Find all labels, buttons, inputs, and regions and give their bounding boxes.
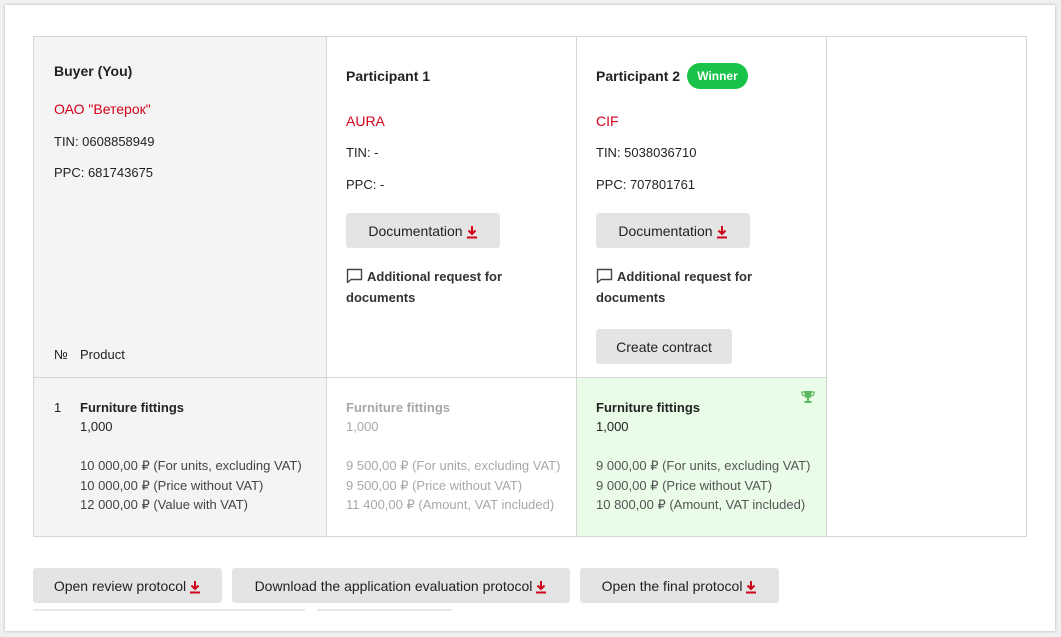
participant-1-tin: TIN: - [346,145,379,160]
buyer-product-qty: 1,000 [80,419,113,434]
column-divider [326,37,327,536]
cropped-button-edge [33,609,305,611]
buyer-price-units: 10 000,00 ₽ (For units, excluding VAT) [80,458,302,473]
open-review-protocol-label: Open review protocol [53,577,187,594]
participant-1-price-vat: 11 400,00 ₽ (Amount, VAT included) [346,497,555,512]
open-final-protocol-button[interactable]: Open the final protocol [580,568,779,603]
participant-2-company-link[interactable]: CIF [596,113,619,129]
participant-1-company-link[interactable]: AURA [346,113,385,129]
participant-2-product-name: Furniture fittings [596,400,700,415]
participant-2-price-vat: 10 800,00 ₽ (Amount, VAT included) [596,497,806,512]
download-arrow-icon [190,580,201,593]
participant-2-additional-request-link[interactable]: Additional request for documents [596,265,776,308]
participant-2-price-no-vat: 9 000,00 ₽ (Price without VAT) [596,478,773,493]
download-arrow-icon [746,580,757,593]
winner-badge: Winner [687,63,748,89]
row-number: 1 [54,400,62,415]
participant-1-price-units: 9 500,00 ₽ (For units, excluding VAT) [346,458,561,473]
product-column-header: Product [80,347,125,362]
column-divider [826,37,827,536]
open-review-protocol-button[interactable]: Open review protocol [33,568,222,603]
download-arrow-icon [536,580,547,593]
participant-1-ppc: PPC: - [346,177,385,192]
participant-2-header: Participant 2 [596,68,681,84]
number-column-header: № [54,347,68,362]
documentation-label: Documentation [618,222,713,239]
protocol-card: Buyer (You) ОАО "Ветерок" TIN: 060885894… [5,5,1055,631]
participant-1-product-qty: 1,000 [346,419,379,434]
comparison-table: Buyer (You) ОАО "Ветерок" TIN: 060885894… [33,36,1027,537]
create-contract-button[interactable]: Create contract [596,329,732,364]
participant-1-header: Participant 1 [346,68,431,84]
open-final-protocol-label: Open the final protocol [601,577,743,594]
download-evaluation-protocol-button[interactable]: Download the application evaluation prot… [232,568,570,603]
additional-request-label: Additional request for documents [346,269,503,305]
comment-icon [346,268,363,284]
documentation-label: Documentation [368,222,463,239]
participant-1-documentation-button[interactable]: Documentation [346,213,500,248]
cropped-button-edge [317,609,452,611]
participant-2-price-units: 9 000,00 ₽ (For units, excluding VAT) [596,458,811,473]
participant-2-ppc: PPC: 707801761 [596,177,696,192]
buyer-header: Buyer (You) [54,63,133,79]
buyer-tin: TIN: 0608858949 [54,134,155,149]
download-arrow-icon [716,225,727,238]
participant-1-product-name: Furniture fittings [346,400,450,415]
participant-2-documentation-button[interactable]: Documentation [596,213,750,248]
buyer-ppc: PPC: 681743675 [54,165,154,180]
additional-request-label: Additional request for documents [596,269,753,305]
comment-icon [596,268,613,284]
row-divider [34,377,826,378]
buyer-price-no-vat: 10 000,00 ₽ (Price without VAT) [80,478,264,493]
buyer-product-name: Furniture fittings [80,400,184,415]
column-divider [576,37,577,536]
trophy-icon [801,391,815,403]
participant-1-price-no-vat: 9 500,00 ₽ (Price without VAT) [346,478,523,493]
participant-2-product-qty: 1,000 [596,419,629,434]
participant-1-additional-request-link[interactable]: Additional request for documents [346,265,526,308]
participant-2-tin: TIN: 5038036710 [596,145,697,160]
buyer-company-link[interactable]: ОАО "Ветерок" [54,101,151,117]
buyer-price-vat: 12 000,00 ₽ (Value with VAT) [80,497,248,512]
download-evaluation-protocol-label: Download the application evaluation prot… [254,577,533,594]
download-arrow-icon [466,225,477,238]
